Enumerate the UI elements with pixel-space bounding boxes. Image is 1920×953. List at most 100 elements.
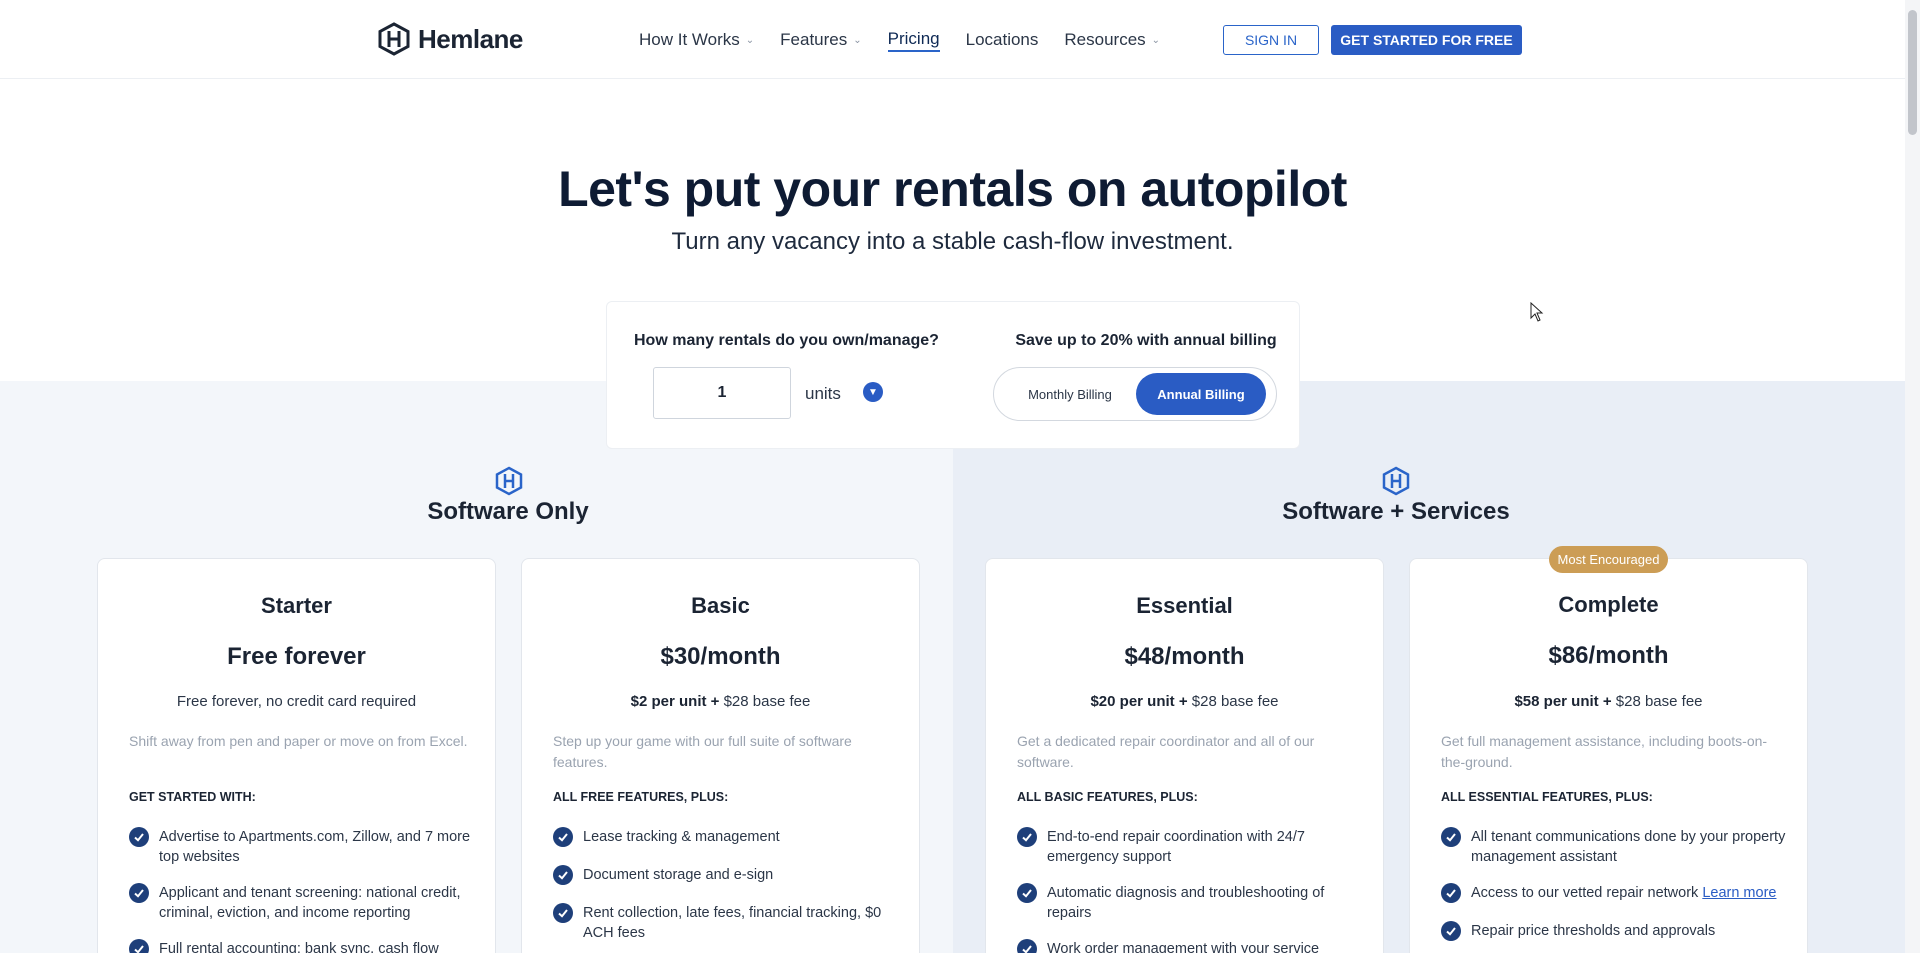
- plan-price: $30/month: [660, 643, 781, 670]
- plan-fee-base: $28 base fee: [1187, 693, 1279, 710]
- check-icon: [129, 827, 149, 847]
- learn-more-link[interactable]: Learn more: [1702, 885, 1776, 901]
- menu-pricing[interactable]: Pricing: [887, 28, 940, 52]
- feature-text: Access to our vetted repair network Lear…: [1471, 883, 1776, 903]
- feature-text: Advertise to Apartments.com, Zillow, and…: [159, 829, 471, 865]
- group-title-software-services: Software + Services: [1282, 498, 1510, 525]
- feature-item: Work order management with your service: [1017, 939, 1362, 953]
- check-icon: [1017, 883, 1037, 903]
- check-icon: [1441, 921, 1461, 941]
- logo[interactable]: Hemlane: [376, 22, 523, 56]
- plan-name: Complete: [1558, 592, 1659, 617]
- sign-in-button[interactable]: SIGN IN: [1223, 25, 1319, 55]
- plan-description: Get full management assistance, includin…: [1441, 733, 1768, 770]
- plan-fee-per-unit: $2 per unit +: [630, 693, 720, 710]
- plan-card-starter: Starter Free forever Free forever, no cr…: [97, 558, 496, 953]
- plan-card-basic: Basic $30/month $2 per unit + $28 base f…: [521, 558, 920, 953]
- units-label: units: [805, 384, 841, 403]
- group-title-software-only: Software Only: [427, 498, 589, 525]
- check-icon: [1441, 883, 1461, 903]
- hemlane-logo-icon: [378, 22, 410, 56]
- check-icon: [129, 939, 149, 953]
- plan-fee: Free forever, no credit card required: [98, 693, 495, 710]
- hemlane-logo-icon: [495, 466, 523, 496]
- plan-section-heading: ALL ESSENTIAL FEATURES, PLUS:: [1441, 790, 1653, 804]
- chevron-down-icon: ⌄: [853, 34, 862, 46]
- menu-features[interactable]: Features ⌄: [780, 28, 861, 52]
- rentals-question: How many rentals do you own/manage?: [634, 332, 939, 349]
- feature-text: Full rental accounting: bank sync, cash …: [159, 941, 439, 953]
- top-nav: Hemlane How It Works ⌄ Features ⌄ Pricin…: [0, 0, 1905, 79]
- feature-text: Work order management with your service: [1047, 941, 1320, 953]
- feature-item: End-to-end repair coordination with 24/7…: [1017, 827, 1362, 867]
- feature-text: Document storage and e-sign: [583, 867, 774, 883]
- feature-text-main: Access to our vetted repair network: [1471, 885, 1699, 901]
- logo-text: Hemlane: [418, 23, 523, 54]
- plan-fee: $58 per unit + $28 base fee: [1410, 693, 1807, 710]
- chevron-down-icon[interactable]: ▼: [863, 382, 883, 402]
- plan-description: Shift away from pen and paper or move on…: [129, 733, 468, 749]
- plan-fee-per-unit: $20 per unit +: [1090, 693, 1188, 710]
- plan-section-heading: ALL FREE FEATURES, PLUS:: [553, 790, 729, 804]
- pricing-calculator: How many rentals do you own/manage? 1 un…: [606, 301, 1300, 449]
- feature-text: Repair price thresholds and approvals: [1471, 923, 1716, 939]
- scrollbar[interactable]: [1905, 0, 1920, 953]
- check-icon: [553, 903, 573, 923]
- feature-item: Lease tracking & management: [553, 827, 898, 847]
- plan-name: Essential: [1136, 593, 1233, 618]
- menu-label: Pricing: [887, 29, 940, 48]
- plan-description: Step up your game with our full suite of…: [553, 733, 852, 770]
- feature-item: Rent collection, late fees, financial tr…: [553, 903, 898, 943]
- plan-price: $48/month: [1124, 643, 1245, 670]
- check-icon: [553, 865, 573, 885]
- plan-card-essential: Essential $48/month $20 per unit + $28 b…: [985, 558, 1384, 953]
- menu-how-it-works[interactable]: How It Works ⌄: [639, 28, 754, 52]
- feature-item: Repair price thresholds and approvals: [1441, 921, 1786, 941]
- monthly-billing-option[interactable]: Monthly Billing: [1008, 373, 1132, 415]
- feature-text: Rent collection, late fees, financial tr…: [583, 905, 882, 941]
- page-subtitle: Turn any vacancy into a stable cash-flow…: [671, 228, 1234, 255]
- scrollbar-thumb[interactable]: [1908, 10, 1917, 135]
- plan-price: $86/month: [1548, 642, 1669, 669]
- annual-billing-option[interactable]: Annual Billing: [1136, 373, 1266, 415]
- chevron-down-icon: ⌄: [745, 34, 755, 46]
- check-icon: [1017, 827, 1037, 847]
- feature-text: Automatic diagnosis and troubleshooting …: [1047, 885, 1325, 921]
- plan-fee-base: $28 base fee: [1611, 693, 1703, 710]
- feature-item: Full rental accounting: bank sync, cash …: [129, 939, 474, 953]
- plan-fee-text: Free forever, no credit card required: [176, 693, 417, 710]
- plan-name: Basic: [691, 593, 750, 618]
- feature-text: Lease tracking & management: [583, 829, 780, 845]
- feature-item: Applicant and tenant screening: national…: [129, 883, 474, 923]
- menu-locations[interactable]: Locations: [966, 28, 1039, 52]
- check-icon: [129, 883, 149, 903]
- save-label: Save up to 20% with annual billing: [1015, 332, 1277, 349]
- feature-text: Applicant and tenant screening: national…: [159, 885, 461, 921]
- feature-item: Automatic diagnosis and troubleshooting …: [1017, 883, 1362, 923]
- menu-resources[interactable]: Resources ⌄: [1064, 28, 1160, 52]
- mouse-cursor-icon: [1530, 302, 1544, 322]
- page-title: Let's put your rentals on autopilot: [558, 161, 1347, 217]
- menu-label: Resources: [1064, 30, 1146, 49]
- plan-name: Starter: [261, 593, 332, 618]
- main-menu: How It Works ⌄ Features ⌄ Pricing Locati…: [639, 28, 1160, 52]
- get-started-button[interactable]: GET STARTED FOR FREE: [1331, 25, 1522, 55]
- feature-item: Access to our vetted repair network Lear…: [1441, 883, 1786, 903]
- plan-fee: $20 per unit + $28 base fee: [986, 693, 1383, 710]
- feature-text: End-to-end repair coordination with 24/7…: [1047, 829, 1305, 865]
- check-icon: [553, 827, 573, 847]
- menu-label: Locations: [965, 30, 1039, 49]
- plan-price: Free forever: [227, 643, 366, 670]
- hemlane-logo-icon: [1382, 466, 1410, 496]
- plan-fee-base: $28 base fee: [719, 693, 811, 710]
- plan-card-complete: Complete $86/month $58 per unit + $28 ba…: [1409, 558, 1808, 953]
- plan-description: Get a dedicated repair coordinator and a…: [1017, 733, 1315, 770]
- check-icon: [1017, 939, 1037, 953]
- menu-label: Features: [780, 30, 848, 49]
- feature-item: All tenant communications done by your p…: [1441, 827, 1786, 867]
- units-input[interactable]: 1: [653, 367, 791, 419]
- most-encouraged-badge: Most Encouraged: [1549, 546, 1668, 573]
- plan-fee-per-unit: $58 per unit +: [1514, 693, 1612, 710]
- feature-item: Document storage and e-sign: [553, 865, 898, 885]
- feature-item: Advertise to Apartments.com, Zillow, and…: [129, 827, 474, 867]
